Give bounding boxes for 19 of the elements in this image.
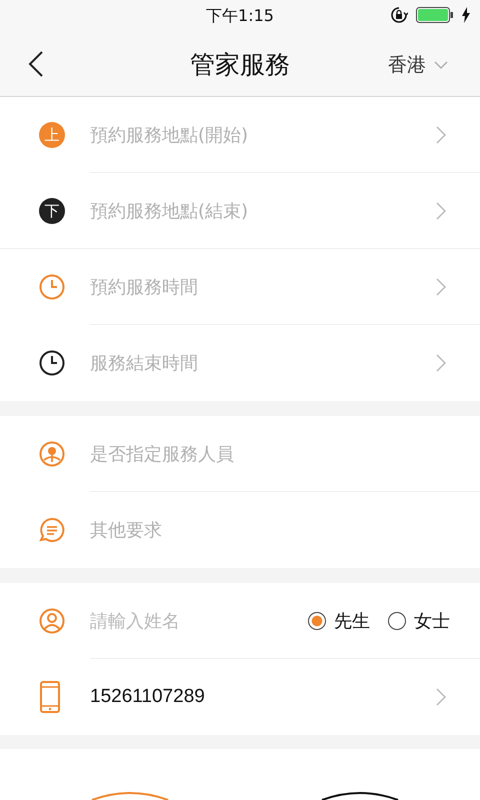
badge-icon: 上 [39,122,65,148]
gender-radio[interactable]: 女士 [388,609,450,633]
row-label[interactable]: 預約服務時間 [90,275,480,299]
badge-icon: 下 [39,198,65,224]
region-dropdown[interactable]: 香港 [386,50,450,80]
phone-number: 15261107289 [90,686,205,708]
charging-icon [462,7,470,23]
rotation-lock-icon [390,6,408,24]
status-time: 下午1:15 [206,6,274,26]
row-label[interactable]: 服務結束時間 [90,351,480,375]
battery-icon [416,6,454,24]
row-label[interactable]: 是否指定服務人員 [90,442,480,466]
row-label[interactable]: 其他要求 [90,518,480,542]
gender-radio[interactable]: 先生 [308,609,370,633]
chevron-down-icon [434,61,448,69]
row-label[interactable]: 預約服務地點(開始) [90,123,480,147]
button-outline[interactable] [320,790,400,800]
page-title: 管家服務 [190,48,290,80]
row-label[interactable]: 預約服務地點(結束) [90,199,480,223]
